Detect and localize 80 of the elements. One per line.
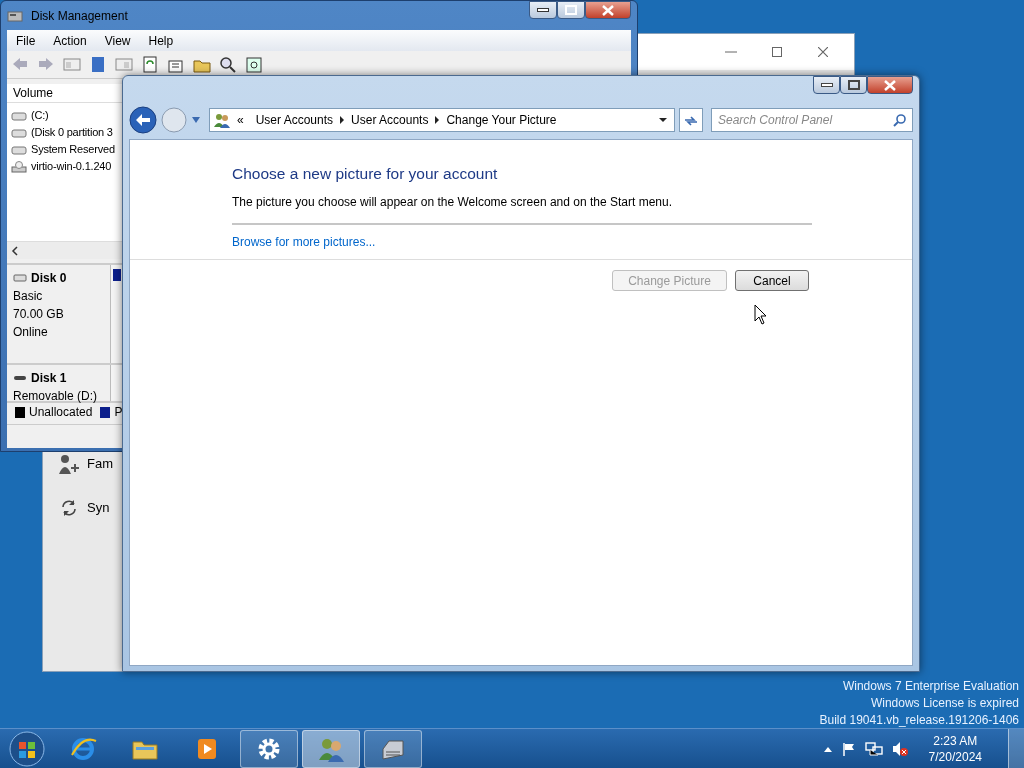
breadcrumb-item[interactable]: Change Your Picture [440,111,563,129]
cd-drive-icon [11,160,27,173]
taskbar-button[interactable] [240,729,298,768]
search-field[interactable]: Search Control Panel [711,108,913,132]
close-icon [602,4,614,16]
refresh-button[interactable] [679,108,703,132]
menu-item[interactable]: Help [139,29,183,52]
breadcrumb-item[interactable]: User Accounts [345,111,435,129]
close-icon [884,79,896,91]
minimize-button[interactable] [813,76,840,94]
search-icon[interactable] [893,113,907,127]
address-bar[interactable]: « User Accounts User Accounts Change Your Picture [209,108,675,132]
muted-speaker-icon[interactable] [890,740,909,757]
back-button[interactable] [129,106,157,134]
disk-name: Disk 0 [31,270,67,287]
cancel-button[interactable]: Cancel [735,270,809,291]
show-desktop-button[interactable] [1008,728,1024,768]
watermark-text: Windows License is expired [869,695,1019,712]
chevron-icon[interactable] [434,116,441,124]
disk-info: Basic [13,288,44,305]
close-button[interactable] [585,1,631,19]
clock-date: 7/20/2024 [928,748,982,765]
taskbar-button[interactable] [364,729,422,768]
family-icon [59,454,79,474]
dropdown-arrow-icon[interactable] [658,117,668,123]
legend-label: Unallocated [29,404,93,421]
close-icon [818,47,828,57]
settings-item-label[interactable]: Fam [87,454,113,474]
users-icon [213,112,231,128]
disk-info: Removable (D:) [13,388,99,405]
menu-item[interactable]: Action [44,29,96,52]
drive-icon [11,143,27,156]
close-button[interactable] [867,76,913,94]
description-text: The picture you choose will appear on the Welcome screen and on the Start menu. [232,194,674,212]
settings-icon[interactable] [245,55,263,74]
flag-icon[interactable] [840,740,857,757]
volume-column-header[interactable]: Volume [13,84,54,102]
breadcrumb-item[interactable]: User Accounts [249,111,340,129]
drive-icon [11,109,27,122]
maximize-icon [772,47,782,57]
scroll-left-icon[interactable] [11,245,19,256]
sync-icon [59,498,79,518]
maximize-button[interactable] [557,1,585,19]
clock[interactable]: 2:23 AM 7/20/2024 [920,732,990,765]
menu-item[interactable]: View [95,29,140,52]
browse-link[interactable]: Browse for more pictures... [232,233,912,252]
maximize-icon [847,80,860,90]
chevron-icon[interactable] [339,116,346,124]
refresh-icon[interactable] [141,55,159,74]
maximize-icon [565,5,577,15]
drive-icon [11,126,27,139]
maximize-button[interactable] [840,76,867,94]
watermark-text: Build 19041.vb_release.191206-1406 [819,712,1019,729]
network-icon[interactable] [864,740,883,757]
drive-label[interactable]: (C:) [31,107,49,124]
drive-label[interactable]: (Disk 0 partition 3 [31,124,113,141]
minimize-icon [537,8,549,12]
watermark-text: Windows 7 Enterprise Evaluation [841,678,1019,695]
minimize-icon [725,51,737,53]
settings-item-label[interactable]: Syn [87,498,110,518]
disk-info: 70.00 GB [13,306,65,323]
page-heading: Choose a new picture for your account [232,164,499,184]
disk-info: Online [13,324,49,341]
minimize-icon [820,83,833,87]
cursor-icon [754,304,768,326]
search-icon[interactable] [219,55,237,74]
menu-item[interactable]: File [7,29,45,52]
disk-management-icon [7,8,23,23]
start-button[interactable] [8,729,46,768]
drive-label[interactable]: System Reserved [31,141,115,158]
refresh-icon [683,113,699,128]
clock-time: 2:23 AM [932,732,979,749]
help-icon[interactable] [89,55,107,74]
minimize-button[interactable] [529,1,557,19]
drive-label[interactable]: virtio-win-0.1.240 [31,158,112,175]
breadcrumb-separator[interactable]: « [231,111,250,129]
taskbar-button[interactable] [302,729,360,768]
legend-label: P [114,404,123,421]
window-title: Disk Management [31,7,128,25]
disk-name: Disk 1 [31,370,67,387]
